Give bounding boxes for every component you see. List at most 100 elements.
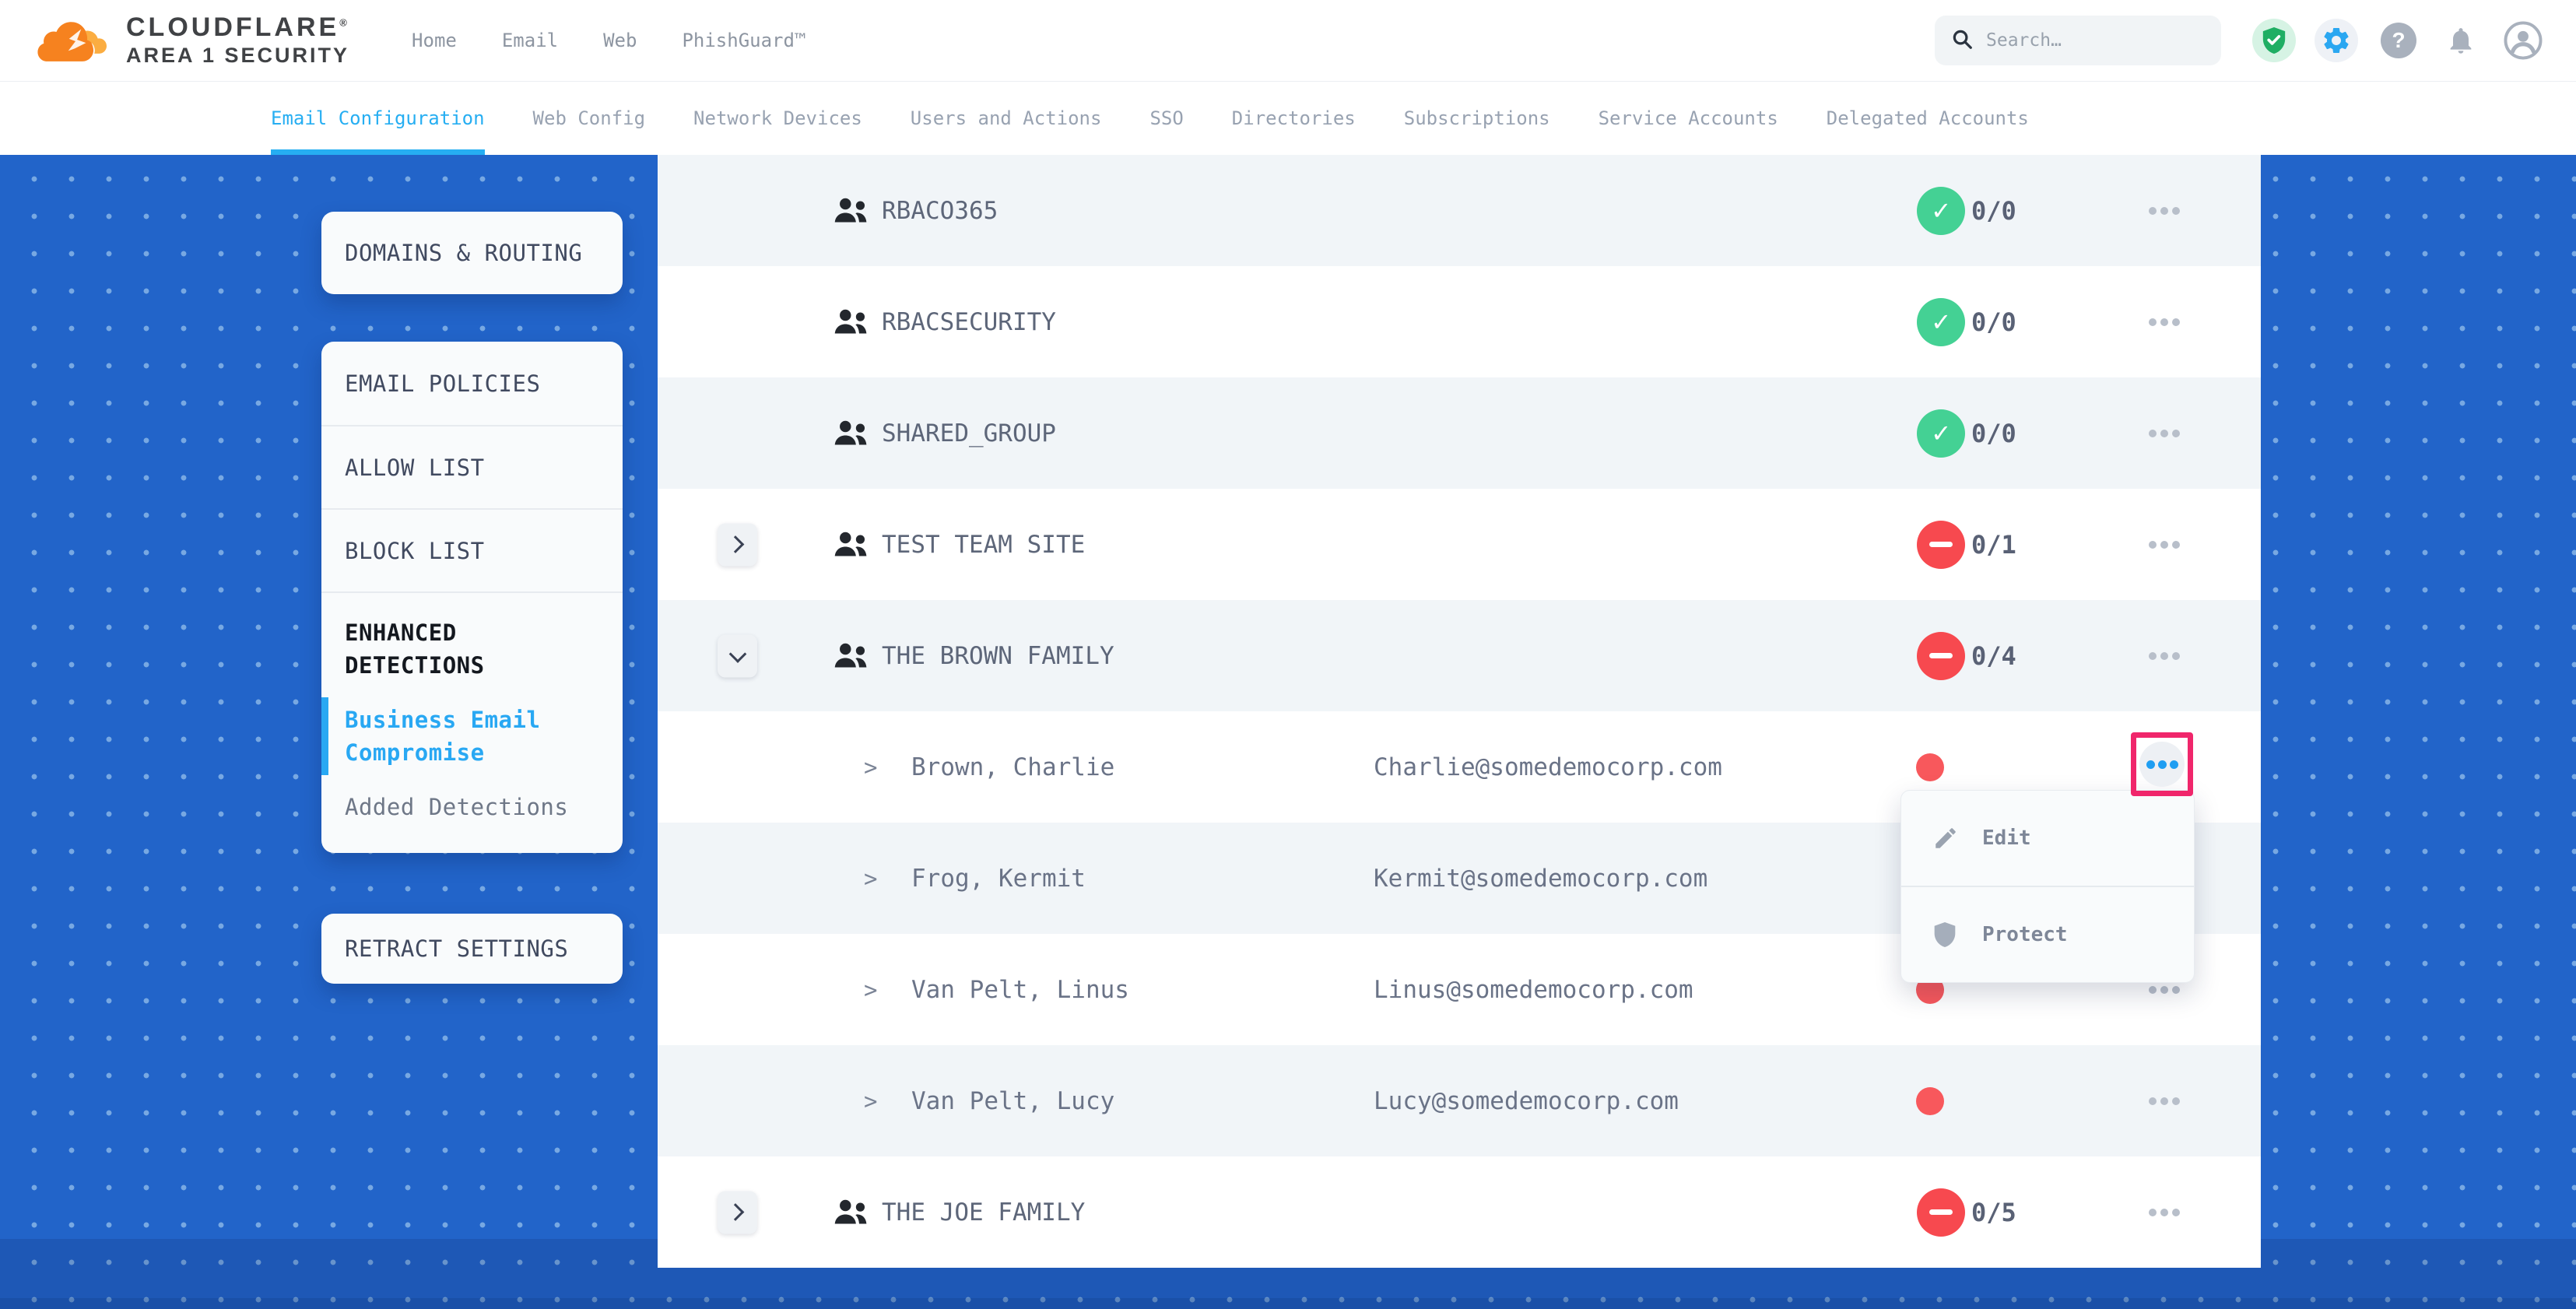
ellipsis-dot (2172, 430, 2180, 437)
registered-mark: ® (339, 16, 347, 28)
status-icon (1917, 1188, 1965, 1237)
group-name: THE JOE FAMILY (882, 1198, 1085, 1227)
tab-subscriptions[interactable]: Subscriptions (1404, 82, 1550, 155)
expand-button[interactable] (718, 1191, 757, 1234)
sidebar-subitem-business-email-compromise[interactable]: Business Email Compromise (345, 704, 599, 769)
settings-gear-icon[interactable] (2315, 19, 2358, 62)
group-row: RBACO365✓0/0 (658, 155, 2261, 266)
ellipsis-dot (2146, 760, 2155, 769)
check-icon: ✓ (1932, 197, 1950, 225)
protection-shield-icon[interactable] (2252, 19, 2296, 62)
member-email: Lucy@somedemocorp.com (1374, 1087, 1679, 1115)
section-tabs: Email Configuration Web Config Network Dev… (0, 82, 2576, 155)
tab-network-devices[interactable]: Network Devices (693, 82, 862, 155)
chevron-right-icon (727, 1203, 745, 1221)
row-menu-button[interactable] (2149, 541, 2180, 549)
brand-name: CLOUDFLARE® (126, 13, 349, 42)
group-icon (833, 418, 869, 449)
expand-button[interactable] (718, 634, 757, 677)
context-menu-item-protect[interactable]: Protect (1901, 886, 2194, 982)
row-menu-button[interactable] (2149, 318, 2180, 326)
brand-subtitle: AREA 1 SECURITY (126, 44, 349, 68)
tab-directories[interactable]: Directories (1232, 82, 1356, 155)
row-menu-button[interactable] (2149, 430, 2180, 437)
topnav-web[interactable]: Web (603, 30, 637, 51)
tab-email-configuration[interactable]: Email Configuration (271, 82, 485, 155)
question-mark-glyph: ? (2381, 23, 2416, 58)
ellipsis-dot (2149, 986, 2157, 994)
ellipsis-dot (2160, 1097, 2168, 1105)
row-menu-button[interactable] (2149, 986, 2180, 994)
cloudflare-logo-icon (36, 16, 115, 65)
tab-web-config[interactable]: Web Config (533, 82, 646, 155)
group-row: SHARED_GROUP✓0/0 (658, 377, 2261, 489)
account-avatar-icon[interactable] (2501, 19, 2545, 62)
row-menu-button[interactable] (2149, 1209, 2180, 1216)
group-row: TEST TEAM SITE 0/1 (658, 489, 2261, 600)
member-name: Van Pelt, Linus (911, 976, 1129, 1004)
group-name: THE BROWN FAMILY (882, 642, 1114, 670)
ellipsis-dot (2172, 541, 2180, 549)
sidebar-item-allow-list[interactable]: ALLOW LIST (321, 425, 623, 508)
expand-button[interactable] (718, 523, 757, 566)
row-menu-button[interactable] (2149, 1097, 2180, 1105)
pencil-icon (1932, 825, 1960, 851)
minus-icon (1929, 653, 1953, 658)
row-menu-button[interactable] (2149, 207, 2180, 215)
row-menu-button[interactable] (2149, 652, 2180, 660)
group-icon (833, 195, 869, 226)
flag-dot (1916, 1087, 1944, 1115)
ellipsis-dot (2160, 652, 2168, 660)
sidebar-item-domains-routing[interactable]: DOMAINS & ROUTING (321, 212, 623, 294)
context-menu-item-edit[interactable]: Edit (1901, 791, 2194, 886)
tab-service-accounts[interactable]: Service Accounts (1599, 82, 1778, 155)
header-actions: Search… ? (1935, 16, 2545, 65)
chevron-right-icon (727, 535, 745, 553)
ellipsis-dot (2160, 1209, 2168, 1216)
status-count: 0/0 (1971, 307, 2016, 337)
member-row: >Van Pelt, LucyLucy@somedemocorp.com (658, 1045, 2261, 1156)
status-icon (1917, 632, 1965, 680)
tab-delegated-accounts[interactable]: Delegated Accounts (1827, 82, 2029, 155)
group-name: TEST TEAM SITE (882, 531, 1085, 559)
member-menu-button-active[interactable] (2139, 742, 2185, 787)
status-icon: ✓ (1917, 187, 1965, 235)
ellipsis-dot (2149, 541, 2157, 549)
member-chevron: > (864, 977, 877, 1003)
flag-dot (1916, 753, 1944, 781)
context-menu: Edit Protect (1900, 790, 2195, 983)
member-email: Kermit@somedemocorp.com (1374, 865, 1707, 893)
tab-sso[interactable]: SSO (1149, 82, 1183, 155)
status-icon: ✓ (1917, 298, 1965, 346)
tab-users-and-actions[interactable]: Users and Actions (911, 82, 1102, 155)
ellipsis-dot (2160, 541, 2168, 549)
help-icon[interactable]: ? (2377, 19, 2420, 62)
group-icon (833, 529, 869, 560)
status-count: 0/1 (1971, 530, 2016, 560)
minus-icon (1929, 542, 1953, 547)
chevron-down-icon (728, 645, 746, 663)
ellipsis-dot (2149, 318, 2157, 326)
status-count: 0/4 (1971, 641, 2016, 671)
ellipsis-dot (2172, 318, 2180, 326)
shield-icon (1932, 921, 1960, 949)
menu-item-label: Protect (1982, 923, 2068, 946)
topnav-email[interactable]: Email (502, 30, 558, 51)
ellipsis-dot (2170, 760, 2178, 769)
sidebar-item-email-policies[interactable]: EMAIL POLICIES (321, 342, 623, 425)
search-icon (1950, 27, 1974, 54)
search-input[interactable]: Search… (1935, 16, 2221, 65)
sidebar-subitem-added-detections[interactable]: Added Detections (345, 791, 599, 823)
member-name: Van Pelt, Lucy (911, 1087, 1114, 1115)
notifications-bell-icon[interactable] (2439, 19, 2483, 62)
search-placeholder: Search… (1986, 30, 2062, 51)
ellipsis-dot (2149, 430, 2157, 437)
group-name: RBACSECURITY (882, 308, 1056, 336)
topnav-phishguard[interactable]: PhishGuard™ (682, 30, 805, 51)
member-chevron: > (864, 865, 877, 892)
top-nav: Home Email Web PhishGuard™ (412, 30, 805, 51)
sidebar-item-retract-settings[interactable]: RETRACT SETTINGS (321, 914, 623, 984)
ellipsis-dot (2149, 652, 2157, 660)
sidebar-item-block-list[interactable]: BLOCK LIST (321, 508, 623, 591)
topnav-home[interactable]: Home (412, 30, 457, 51)
